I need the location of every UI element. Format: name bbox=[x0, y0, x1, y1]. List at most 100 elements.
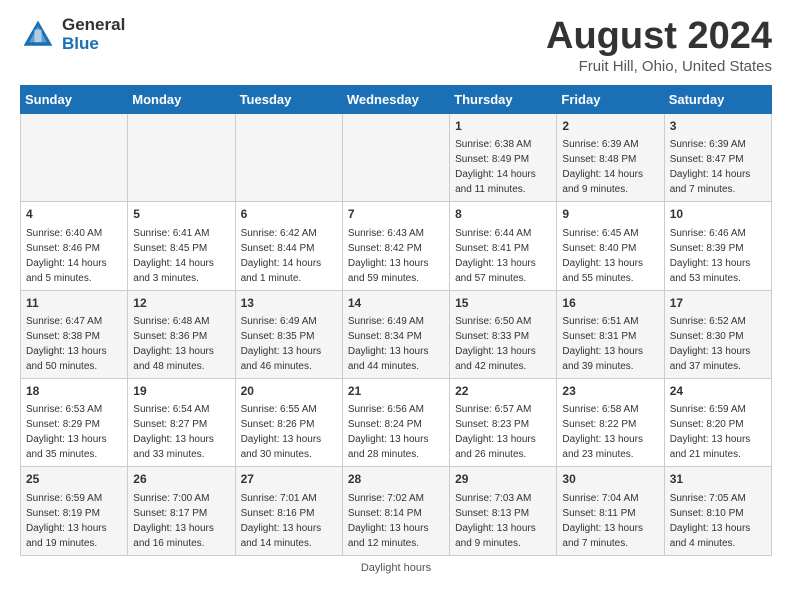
day-number: 7 bbox=[348, 206, 444, 223]
col-thursday: Thursday bbox=[450, 85, 557, 113]
calendar-cell-w5-d4: 28 Sunrise: 7:02 AM Sunset: 8:14 PM Dayli… bbox=[342, 467, 449, 555]
calendar-cell-w1-d2 bbox=[128, 113, 235, 201]
day-number: 2 bbox=[562, 118, 658, 135]
calendar-cell-w5-d2: 26 Sunrise: 7:00 AM Sunset: 8:17 PM Dayli… bbox=[128, 467, 235, 555]
day-info: Sunrise: 6:46 AM Sunset: 8:39 PM Dayligh… bbox=[670, 226, 766, 286]
day-info: Sunrise: 6:59 AM Sunset: 8:19 PM Dayligh… bbox=[26, 491, 122, 551]
day-number: 19 bbox=[133, 383, 229, 400]
calendar-cell-w2-d2: 5Sunrise: 6:41 AM Sunset: 8:45 PM Daylig… bbox=[128, 202, 235, 290]
day-info: Sunrise: 6:55 AM Sunset: 8:26 PM Dayligh… bbox=[241, 402, 337, 462]
day-number: 23 bbox=[562, 383, 658, 400]
col-tuesday: Tuesday bbox=[235, 85, 342, 113]
day-number: 31 bbox=[670, 471, 766, 488]
day-number: 6 bbox=[241, 206, 337, 223]
header: General Blue August 2024 Fruit Hill, Ohi… bbox=[20, 16, 772, 75]
calendar: Sunday Monday Tuesday Wednesday Thursday… bbox=[20, 85, 772, 556]
day-number: 18 bbox=[26, 383, 122, 400]
day-info: Sunrise: 6:53 AM Sunset: 8:29 PM Dayligh… bbox=[26, 402, 122, 462]
day-number: 26 bbox=[133, 471, 229, 488]
col-saturday: Saturday bbox=[664, 85, 771, 113]
day-info: Sunrise: 6:59 AM Sunset: 8:20 PM Dayligh… bbox=[670, 402, 766, 462]
calendar-cell-w5-d5: 29 Sunrise: 7:03 AM Sunset: 8:13 PM Dayli… bbox=[450, 467, 557, 555]
calendar-cell-w5-d6: 30Sunrise: 7:04 AM Sunset: 8:11 PM Dayli… bbox=[557, 467, 664, 555]
day-info: Sunrise: 6:43 AM Sunset: 8:42 PM Dayligh… bbox=[348, 226, 444, 286]
day-info: Sunrise: 6:58 AM Sunset: 8:22 PM Dayligh… bbox=[562, 402, 658, 462]
calendar-cell-w4-d5: 22Sunrise: 6:57 AM Sunset: 8:23 PM Dayli… bbox=[450, 378, 557, 466]
calendar-cell-w4-d2: 19 Sunrise: 6:54 AM Sunset: 8:27 PM Dayli… bbox=[128, 378, 235, 466]
day-info: Sunrise: 7:03 AM Sunset: 8:13 PM Dayligh… bbox=[455, 491, 551, 551]
logo: General Blue bbox=[20, 16, 125, 53]
day-number: 16 bbox=[562, 295, 658, 312]
day-number: 11 bbox=[26, 295, 122, 312]
day-info: Sunrise: 7:00 AM Sunset: 8:17 PM Dayligh… bbox=[133, 491, 229, 551]
calendar-cell-w5-d1: 25Sunrise: 6:59 AM Sunset: 8:19 PM Dayli… bbox=[21, 467, 128, 555]
calendar-cell-w2-d5: 8Sunrise: 6:44 AM Sunset: 8:41 PM Daylig… bbox=[450, 202, 557, 290]
day-number: 24 bbox=[670, 383, 766, 400]
day-info: Sunrise: 6:54 AM Sunset: 8:27 PM Dayligh… bbox=[133, 402, 229, 462]
day-number: 28 bbox=[348, 471, 444, 488]
day-number: 20 bbox=[241, 383, 337, 400]
day-info: Sunrise: 6:38 AM Sunset: 8:49 PM Dayligh… bbox=[455, 137, 551, 197]
calendar-cell-w5-d3: 27Sunrise: 7:01 AM Sunset: 8:16 PM Dayli… bbox=[235, 467, 342, 555]
calendar-week-5: 25Sunrise: 6:59 AM Sunset: 8:19 PM Dayli… bbox=[21, 467, 772, 555]
footer-note: Daylight hours bbox=[20, 562, 772, 574]
day-info: Sunrise: 6:48 AM Sunset: 8:36 PM Dayligh… bbox=[133, 314, 229, 374]
day-info: Sunrise: 6:45 AM Sunset: 8:40 PM Dayligh… bbox=[562, 226, 658, 286]
calendar-cell-w1-d1 bbox=[21, 113, 128, 201]
calendar-cell-w2-d7: 10 Sunrise: 6:46 AM Sunset: 8:39 PM Dayli… bbox=[664, 202, 771, 290]
day-number: 5 bbox=[133, 206, 229, 223]
day-number: 12 bbox=[133, 295, 229, 312]
day-number: 1 bbox=[455, 118, 551, 135]
calendar-cell-w3-d7: 17Sunrise: 6:52 AM Sunset: 8:30 PM Dayli… bbox=[664, 290, 771, 378]
calendar-cell-w1-d5: 1 Sunrise: 6:38 AM Sunset: 8:49 PM Daylig… bbox=[450, 113, 557, 201]
logo-icon bbox=[20, 17, 56, 53]
calendar-cell-w4-d6: 23 Sunrise: 6:58 AM Sunset: 8:22 PM Dayli… bbox=[557, 378, 664, 466]
calendar-week-2: 4 Sunrise: 6:40 AM Sunset: 8:46 PM Daylig… bbox=[21, 202, 772, 290]
col-sunday: Sunday bbox=[21, 85, 128, 113]
page: General Blue August 2024 Fruit Hill, Ohi… bbox=[0, 0, 792, 584]
day-number: 27 bbox=[241, 471, 337, 488]
calendar-cell-w2-d3: 6 Sunrise: 6:42 AM Sunset: 8:44 PM Daylig… bbox=[235, 202, 342, 290]
title-block: August 2024 Fruit Hill, Ohio, United Sta… bbox=[546, 16, 772, 75]
calendar-cell-w4-d1: 18 Sunrise: 6:53 AM Sunset: 8:29 PM Dayli… bbox=[21, 378, 128, 466]
day-number: 3 bbox=[670, 118, 766, 135]
day-number: 9 bbox=[562, 206, 658, 223]
calendar-cell-w1-d6: 2Sunrise: 6:39 AM Sunset: 8:48 PM Daylig… bbox=[557, 113, 664, 201]
day-info: Sunrise: 7:04 AM Sunset: 8:11 PM Dayligh… bbox=[562, 491, 658, 551]
day-number: 14 bbox=[348, 295, 444, 312]
calendar-cell-w1-d4 bbox=[342, 113, 449, 201]
day-info: Sunrise: 6:40 AM Sunset: 8:46 PM Dayligh… bbox=[26, 226, 122, 286]
day-info: Sunrise: 6:47 AM Sunset: 8:38 PM Dayligh… bbox=[26, 314, 122, 374]
day-info: Sunrise: 6:39 AM Sunset: 8:47 PM Dayligh… bbox=[670, 137, 766, 197]
day-info: Sunrise: 6:51 AM Sunset: 8:31 PM Dayligh… bbox=[562, 314, 658, 374]
calendar-cell-w2-d4: 7 Sunrise: 6:43 AM Sunset: 8:42 PM Daylig… bbox=[342, 202, 449, 290]
day-info: Sunrise: 6:49 AM Sunset: 8:34 PM Dayligh… bbox=[348, 314, 444, 374]
calendar-header-row: Sunday Monday Tuesday Wednesday Thursday… bbox=[21, 85, 772, 113]
day-info: Sunrise: 7:05 AM Sunset: 8:10 PM Dayligh… bbox=[670, 491, 766, 551]
day-info: Sunrise: 6:44 AM Sunset: 8:41 PM Dayligh… bbox=[455, 226, 551, 286]
calendar-cell-w4-d4: 21Sunrise: 6:56 AM Sunset: 8:24 PM Dayli… bbox=[342, 378, 449, 466]
calendar-week-1: 1 Sunrise: 6:38 AM Sunset: 8:49 PM Daylig… bbox=[21, 113, 772, 201]
calendar-cell-w3-d3: 13 Sunrise: 6:49 AM Sunset: 8:35 PM Dayli… bbox=[235, 290, 342, 378]
day-number: 13 bbox=[241, 295, 337, 312]
col-wednesday: Wednesday bbox=[342, 85, 449, 113]
calendar-cell-w1-d7: 3 Sunrise: 6:39 AM Sunset: 8:47 PM Daylig… bbox=[664, 113, 771, 201]
day-info: Sunrise: 6:42 AM Sunset: 8:44 PM Dayligh… bbox=[241, 226, 337, 286]
day-info: Sunrise: 6:49 AM Sunset: 8:35 PM Dayligh… bbox=[241, 314, 337, 374]
day-number: 4 bbox=[26, 206, 122, 223]
calendar-cell-w4-d3: 20 Sunrise: 6:55 AM Sunset: 8:26 PM Dayli… bbox=[235, 378, 342, 466]
day-info: Sunrise: 6:57 AM Sunset: 8:23 PM Dayligh… bbox=[455, 402, 551, 462]
day-number: 21 bbox=[348, 383, 444, 400]
day-number: 10 bbox=[670, 206, 766, 223]
day-info: Sunrise: 7:02 AM Sunset: 8:14 PM Dayligh… bbox=[348, 491, 444, 551]
subtitle: Fruit Hill, Ohio, United States bbox=[546, 58, 772, 75]
calendar-cell-w2-d1: 4 Sunrise: 6:40 AM Sunset: 8:46 PM Daylig… bbox=[21, 202, 128, 290]
main-title: August 2024 bbox=[546, 16, 772, 58]
calendar-cell-w2-d6: 9 Sunrise: 6:45 AM Sunset: 8:40 PM Daylig… bbox=[557, 202, 664, 290]
day-info: Sunrise: 6:52 AM Sunset: 8:30 PM Dayligh… bbox=[670, 314, 766, 374]
day-number: 29 bbox=[455, 471, 551, 488]
calendar-week-4: 18 Sunrise: 6:53 AM Sunset: 8:29 PM Dayli… bbox=[21, 378, 772, 466]
calendar-cell-w4-d7: 24 Sunrise: 6:59 AM Sunset: 8:20 PM Dayli… bbox=[664, 378, 771, 466]
logo-blue: Blue bbox=[62, 35, 125, 54]
calendar-cell-w3-d2: 12 Sunrise: 6:48 AM Sunset: 8:36 PM Dayli… bbox=[128, 290, 235, 378]
